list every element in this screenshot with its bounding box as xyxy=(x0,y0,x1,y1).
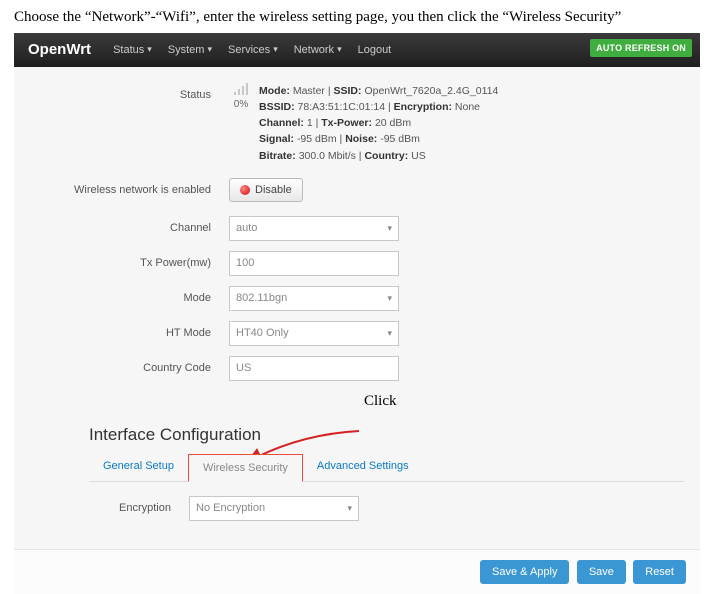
enc-lbl: Encryption: xyxy=(394,101,452,113)
signal-pct: 0% xyxy=(234,99,248,110)
ch-val: 1 xyxy=(307,117,313,129)
cc-input[interactable] xyxy=(229,356,399,381)
nav-status-label: Status xyxy=(113,44,144,56)
htmode-select[interactable]: HT40 Only ▾ xyxy=(229,321,399,346)
tab-general-setup[interactable]: General Setup xyxy=(89,453,188,481)
nav-system[interactable]: System▾ xyxy=(160,33,220,67)
cc-label: Country Code xyxy=(14,356,229,374)
save-apply-button[interactable]: Save & Apply xyxy=(480,560,569,584)
sig-val: -95 dBm xyxy=(297,133,337,145)
disable-button[interactable]: Disable xyxy=(229,178,303,202)
txpower-label: Tx Power(mw) xyxy=(14,251,229,269)
reset-button[interactable]: Reset xyxy=(633,560,686,584)
encryption-label: Encryption xyxy=(14,496,189,514)
chevron-down-icon: ▾ xyxy=(347,503,352,514)
click-annotation: Click xyxy=(364,393,397,410)
chevron-down-icon: ▾ xyxy=(387,293,392,304)
bit-val: 300.0 Mbit/s xyxy=(299,150,356,162)
nav-network[interactable]: Network▾ xyxy=(286,33,350,67)
bssid-lbl: BSSID: xyxy=(259,101,295,113)
ssid-val: OpenWrt_7620a_2.4G_0114 xyxy=(364,85,498,97)
caret-icon: ▾ xyxy=(147,44,152,55)
ch-lbl: Channel: xyxy=(259,117,304,129)
chevron-down-icon: ▾ xyxy=(387,223,392,234)
cty-lbl: Country: xyxy=(364,150,408,162)
htmode-value: HT40 Only xyxy=(236,327,289,339)
iface-tabs: General Setup Wireless Security Advanced… xyxy=(89,453,684,482)
mode-label: Mode xyxy=(14,286,229,304)
channel-select[interactable]: auto ▾ xyxy=(229,216,399,241)
caret-icon: ▾ xyxy=(207,44,212,55)
mode-select[interactable]: 802.11bgn ▾ xyxy=(229,286,399,311)
chevron-down-icon: ▾ xyxy=(387,328,392,339)
txpower-input[interactable] xyxy=(229,251,399,276)
ssid-lbl: SSID: xyxy=(334,85,362,97)
tab-advanced-settings[interactable]: Advanced Settings xyxy=(303,453,423,481)
wnet-label: Wireless network is enabled xyxy=(14,178,229,196)
mode-value: 802.11bgn xyxy=(236,292,287,304)
enc-val: None xyxy=(455,101,480,113)
nav-services[interactable]: Services▾ xyxy=(220,33,286,67)
auto-refresh-badge[interactable]: AUTO REFRESH ON xyxy=(590,39,692,57)
bssid-val: 78:A3:51:1C:01:14 xyxy=(298,101,386,113)
nav-logout[interactable]: Logout xyxy=(350,33,400,67)
footer-actions: Save & Apply Save Reset xyxy=(14,549,700,594)
txp-lbl: Tx-Power: xyxy=(321,117,372,129)
brand-logo: OpenWrt xyxy=(28,41,91,58)
doc-intro: Choose the “Network”-“Wifi”, enter the w… xyxy=(0,0,714,33)
noise-val: -95 dBm xyxy=(380,133,420,145)
nav-system-label: System xyxy=(168,44,205,56)
nav-services-label: Services xyxy=(228,44,270,56)
mode-val: Master xyxy=(293,85,325,97)
caret-icon: ▾ xyxy=(337,44,342,55)
disable-icon xyxy=(240,185,250,195)
disable-button-label: Disable xyxy=(255,184,292,196)
sig-lbl: Signal: xyxy=(259,133,294,145)
save-button[interactable]: Save xyxy=(577,560,626,584)
noise-lbl: Noise: xyxy=(345,133,377,145)
bit-lbl: Bitrate: xyxy=(259,150,296,162)
channel-label: Channel xyxy=(14,216,229,234)
status-block: 0% Mode: Master | SSID: OpenWrt_7620a_2.… xyxy=(229,83,498,164)
nav-logout-label: Logout xyxy=(358,44,392,56)
nav-status[interactable]: Status▾ xyxy=(105,33,160,67)
cty-val: US xyxy=(411,150,426,162)
encryption-value: No Encryption xyxy=(196,502,265,514)
status-label: Status xyxy=(14,83,229,101)
channel-value: auto xyxy=(236,222,257,234)
txp-val: 20 dBm xyxy=(375,117,411,129)
mode-lbl: Mode: xyxy=(259,85,290,97)
topbar: OpenWrt Status▾ System▾ Services▾ Networ… xyxy=(14,33,700,67)
caret-icon: ▾ xyxy=(273,44,278,55)
nav-network-label: Network xyxy=(294,44,334,56)
encryption-select[interactable]: No Encryption ▾ xyxy=(189,496,359,521)
tab-wireless-security[interactable]: Wireless Security xyxy=(188,454,303,482)
htmode-label: HT Mode xyxy=(14,321,229,339)
iface-config-title: Interface Configuration xyxy=(14,417,700,453)
signal-icon xyxy=(229,83,253,95)
